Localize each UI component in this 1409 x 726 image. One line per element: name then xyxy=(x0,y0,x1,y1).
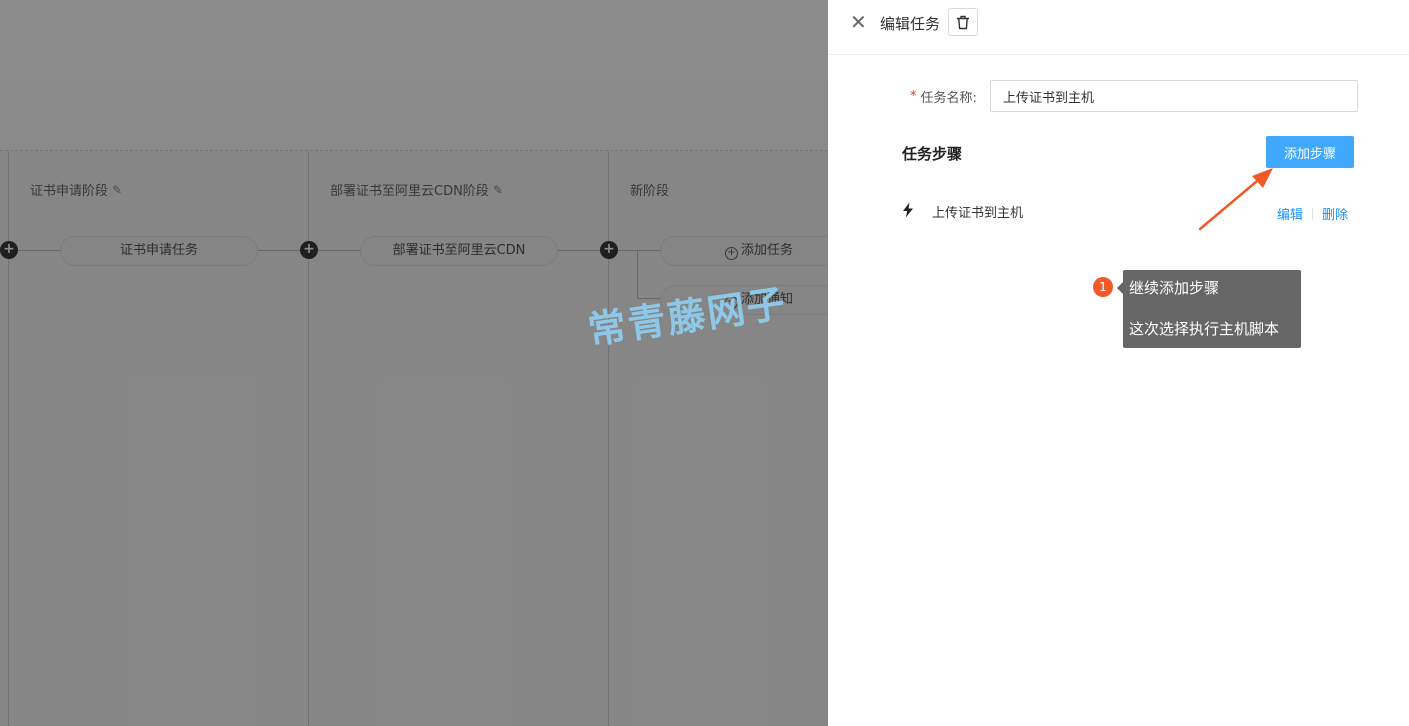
edit-task-drawer: ✕ 编辑任务 * 任务名称: 任务步骤 添加步骤 上传证书到主机 编辑 删除 xyxy=(828,0,1409,726)
trash-icon xyxy=(957,15,969,29)
close-icon[interactable]: ✕ xyxy=(850,10,867,34)
task-name-label: * 任务名称: xyxy=(910,88,977,106)
lightning-icon xyxy=(903,202,913,218)
drawer-title: 编辑任务 xyxy=(880,15,941,33)
steps-section-title: 任务步骤 xyxy=(902,145,963,163)
annotation-tooltip: 继续添加步骤 这次选择执行主机脚本 xyxy=(1117,270,1301,348)
annotation-line: 这次选择执行主机脚本 xyxy=(1129,320,1280,338)
annotation-badge: 1 xyxy=(1093,277,1113,297)
step-name: 上传证书到主机 xyxy=(932,206,1024,221)
annotation-line: 继续添加步骤 xyxy=(1129,279,1220,297)
drawer-header: ✕ 编辑任务 xyxy=(828,0,1409,55)
divider xyxy=(1311,207,1313,220)
annotation-arrow-icon xyxy=(1198,168,1273,231)
delete-task-button[interactable] xyxy=(948,8,978,36)
modal-mask[interactable] xyxy=(0,0,828,726)
pipeline-canvas: 证书申请阶段 ✎ 部署证书至阿里云CDN阶段 ✎ 新阶段 + + + 证书申请任… xyxy=(0,0,828,726)
task-name-input[interactable] xyxy=(990,80,1358,112)
delete-step-link[interactable]: 删除 xyxy=(1322,204,1348,223)
required-mark: * xyxy=(910,88,917,104)
